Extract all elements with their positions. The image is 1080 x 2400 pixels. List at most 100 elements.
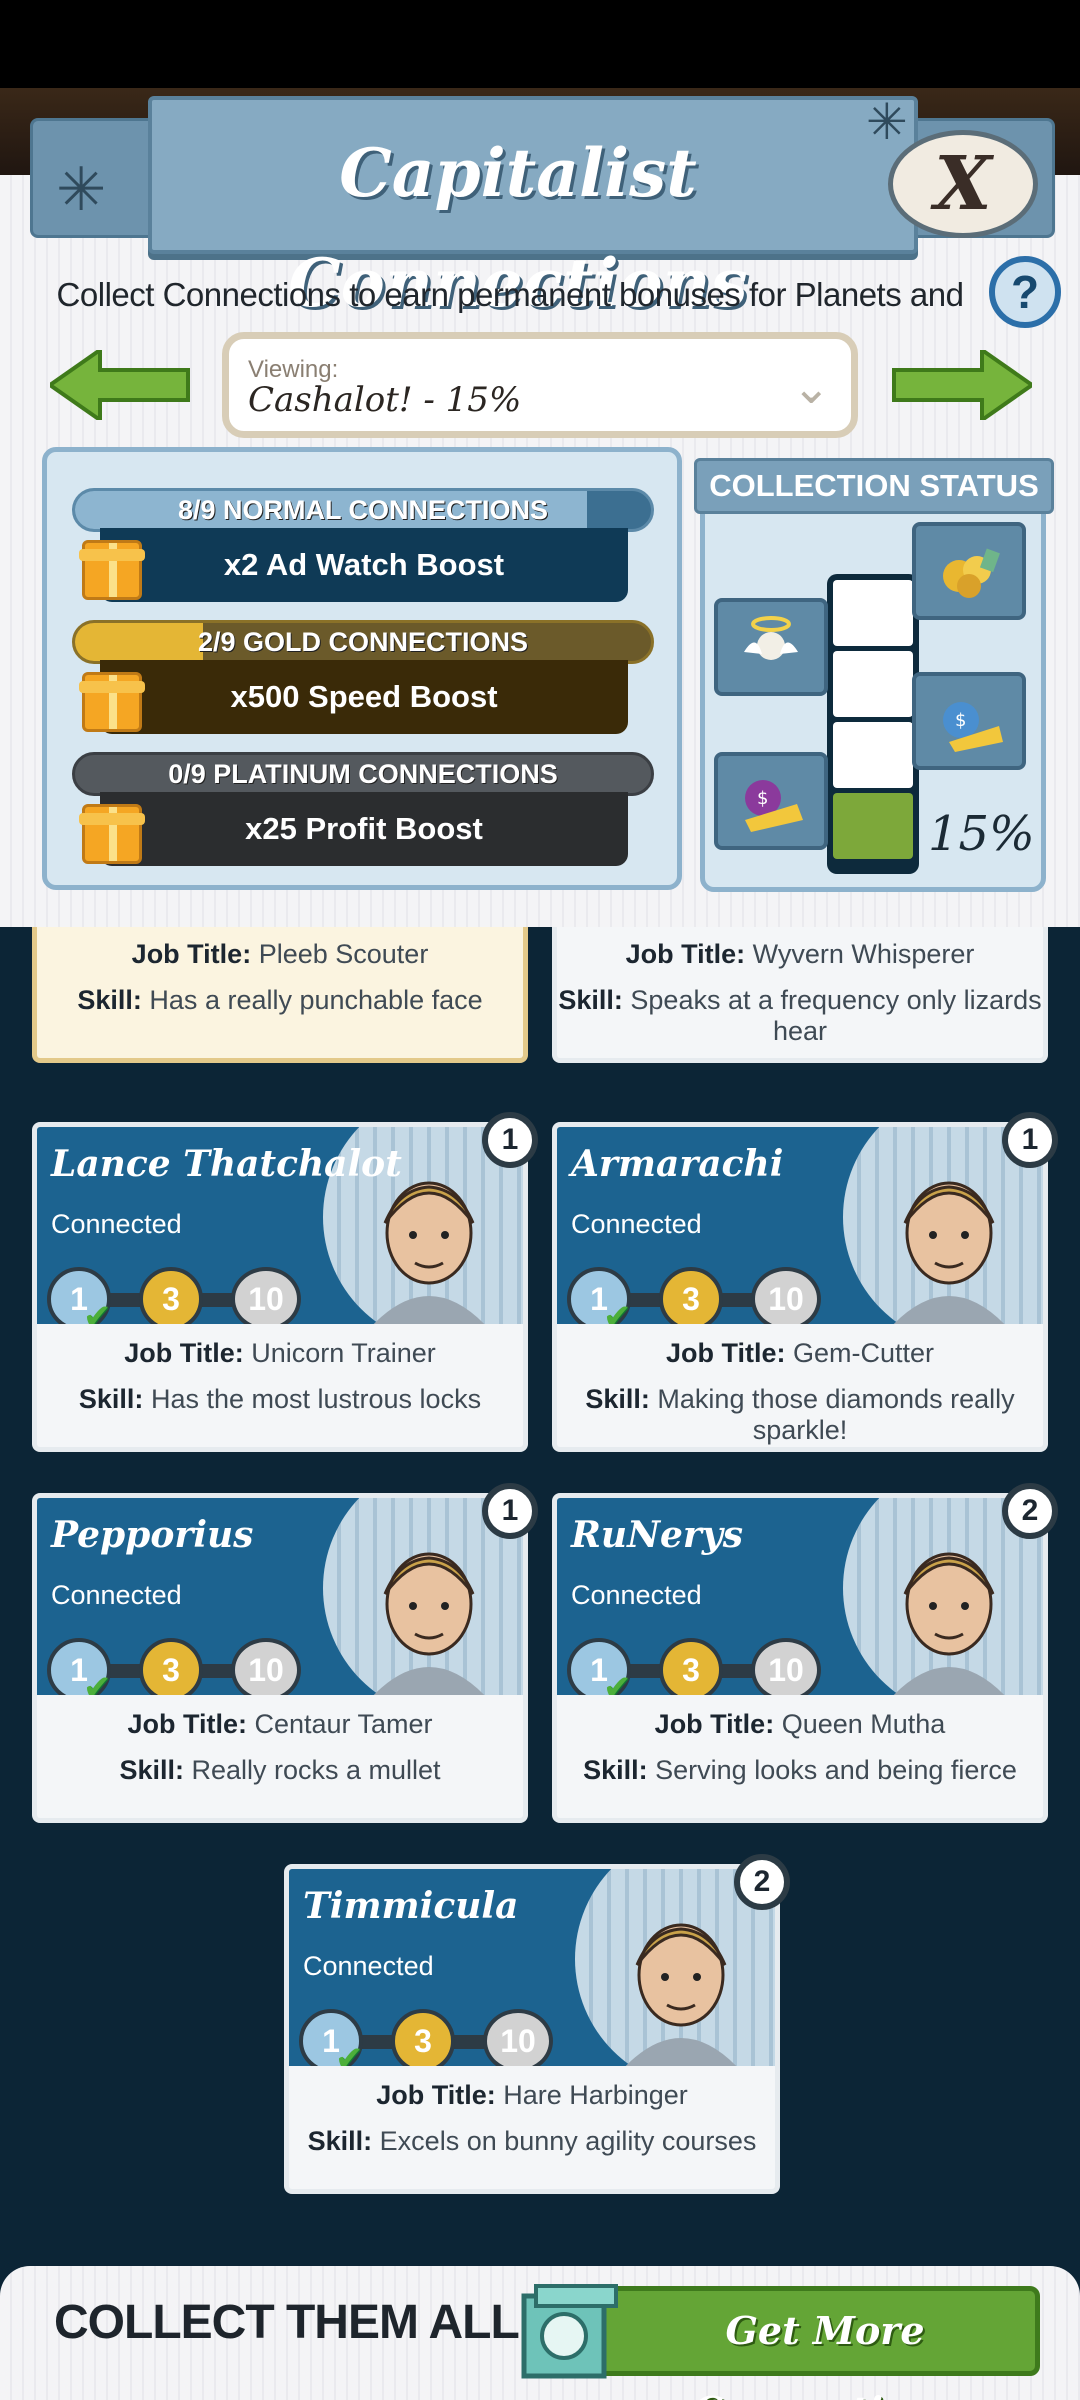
skill-label: Skill: (119, 1755, 184, 1785)
skill: Skill: Really rocks a mullet (37, 1755, 523, 1786)
tier-badge-platinum: 10 (231, 1638, 301, 1695)
list-item[interactable]: Job Title: Pleeb Scouter Skill: Has a re… (32, 927, 528, 1063)
skill: Skill: Has the most lustrous locks (37, 1384, 523, 1415)
card-status: Connected (303, 1951, 434, 1981)
list-item[interactable]: Job Title: Wyvern Whisperer Skill: Speak… (552, 927, 1048, 1063)
tier-badge-gold: 3 (391, 2009, 455, 2066)
subtitle: Collect Connections to earn permanent bo… (56, 276, 964, 363)
skill-value: Has the most lustrous locks (150, 1384, 482, 1414)
skill-label: Skill: (558, 985, 623, 1015)
job-label: Job Title: (127, 1709, 247, 1739)
tier-progress: 1 ✔ 3 10 (567, 1638, 867, 1695)
gold-boost: x500 Speed Boost (100, 660, 628, 734)
check-icon: ✔ (83, 1669, 112, 1695)
skill: Skill: Speaks at a frequency only lizard… (557, 985, 1043, 1047)
job-value: Unicorn Trainer (251, 1338, 436, 1368)
job-value: Gem-Cutter (793, 1338, 935, 1368)
card-header: Armarachi Connected 1 ✔ 3 10 (552, 1122, 1048, 1324)
svg-text:$: $ (955, 710, 966, 731)
page-title: Capitalist Connections (288, 134, 748, 322)
collection-meter (827, 574, 919, 874)
connection-card[interactable]: Armarachi Connected 1 ✔ 3 10 Job Title: … (552, 1112, 1058, 1452)
tier-badge-gold: 3 (659, 1638, 723, 1695)
job-title: Job Title: Hare Harbinger (289, 2080, 775, 2111)
character-portrait-icon (893, 1552, 1005, 1695)
card-header: RuNerys Connected 1 ✔ 3 10 (552, 1493, 1048, 1695)
skill-value: Really rocks a mullet (191, 1755, 441, 1785)
level-badge: 2 (1002, 1483, 1058, 1539)
platinum-connections-label: 0/9 PLATINUM CONNECTIONS (168, 759, 558, 789)
skill: Skill: Making those diamonds really spar… (557, 1384, 1043, 1446)
connection-card[interactable]: Pepporius Connected 1 ✔ 3 10 Job Title: … (32, 1483, 538, 1823)
get-more-connections-button[interactable]: Get More Connections (570, 2286, 1040, 2400)
skill-value: Serving looks and being fierce (655, 1755, 1017, 1785)
skill: Skill: Has a really punchable face (37, 985, 523, 1016)
job-value: Pleeb Scouter (258, 939, 429, 969)
job-value: Wyvern Whisperer (752, 939, 975, 969)
job-title: Job Title: Unicorn Trainer (37, 1338, 523, 1369)
crate-icon (521, 2284, 618, 2379)
close-button[interactable]: X (888, 130, 1038, 238)
job-value: Hare Harbinger (503, 2080, 688, 2110)
tier-badge-platinum: 10 (483, 2009, 553, 2066)
check-icon: ✔ (83, 1298, 112, 1324)
starburst-icon: ✳ (56, 156, 107, 223)
tier-badge-gold: 3 (139, 1267, 203, 1324)
skill-value: Speaks at a frequency only lizards hear (630, 985, 1042, 1046)
level-badge: 1 (482, 1112, 538, 1168)
character-portrait-icon (893, 1181, 1005, 1324)
card-details: Job Title: Centaur Tamer Skill: Really r… (32, 1695, 528, 1823)
skill: Skill: Serving looks and being fierce (557, 1755, 1043, 1786)
job-title: Job Title: Queen Mutha (557, 1709, 1043, 1740)
job-label: Job Title: (376, 2080, 496, 2110)
tier-badge-platinum: 10 (751, 1638, 821, 1695)
help-button[interactable]: ? (989, 256, 1061, 328)
skill-value: Excels on bunny agility courses (379, 2126, 757, 2156)
card-name: RuNerys (571, 1514, 744, 1556)
gift-icon (79, 804, 145, 864)
gold-connections-label: 2/9 GOLD CONNECTIONS (197, 627, 529, 657)
card-status: Connected (571, 1580, 702, 1610)
job-label: Job Title: (131, 939, 252, 969)
character-portrait-icon (373, 1181, 485, 1324)
job-label: Job Title: (654, 1709, 775, 1739)
chevron-down-icon[interactable]: ⌄ (792, 360, 831, 414)
meter-segment-filled (833, 793, 913, 859)
check-icon: ✔ (603, 1669, 632, 1695)
job-label: Job Title: (625, 939, 746, 969)
meter-segment (833, 722, 913, 788)
connection-card[interactable]: RuNerys Connected 1 ✔ 3 10 Job Title: Qu… (552, 1483, 1058, 1823)
connection-card[interactable]: Lance Thatchalot Connected 1 ✔ 3 10 Job … (32, 1112, 538, 1452)
previous-arrow-icon[interactable] (50, 350, 190, 420)
gold-treasure-icon (912, 522, 1026, 620)
card-header: Pepporius Connected 1 ✔ 3 10 (32, 1493, 528, 1695)
card-name: Timmicula (303, 1885, 519, 1927)
moneybag-icon: $ (714, 752, 828, 850)
card-details: Job Title: Hare Harbinger Skill: Excels … (284, 2066, 780, 2194)
footer-text: COLLECT THEM ALL! (54, 2296, 535, 2349)
tier-badge-platinum: 10 (751, 1267, 821, 1324)
normal-connections-bar: 8/9 NORMAL CONNECTIONS (72, 488, 654, 532)
card-name: Pepporius (51, 1514, 254, 1556)
skill-value: Making those diamonds really sparkle! (657, 1384, 1015, 1445)
connection-card[interactable]: Timmicula Connected 1 ✔ 3 10 Job Title: … (284, 1854, 790, 2194)
status-bar (0, 0, 1080, 88)
check-icon: ✔ (335, 2040, 364, 2066)
card-status: Connected (571, 1209, 702, 1239)
tier-badge-platinum: 10 (231, 1267, 301, 1324)
angel-icon (714, 598, 828, 696)
next-arrow-icon[interactable] (892, 350, 1032, 420)
skill-label: Skill: (77, 985, 142, 1015)
normal-connections-label: 8/9 NORMAL CONNECTIONS (177, 495, 549, 525)
card-details: Job Title: Unicorn Trainer Skill: Has th… (32, 1324, 528, 1452)
tier-badge-gold: 3 (659, 1267, 723, 1324)
card-status: Connected (51, 1209, 182, 1239)
meter-segment (833, 580, 913, 646)
job-title: Job Title: Pleeb Scouter (37, 939, 523, 970)
job-value: Queen Mutha (781, 1709, 946, 1739)
level-badge: 1 (482, 1483, 538, 1539)
card-name: Armarachi (571, 1143, 784, 1185)
job-label: Job Title: (124, 1338, 244, 1368)
tier-progress: 1 ✔ 3 10 (299, 2009, 599, 2066)
job-title: Job Title: Wyvern Whisperer (557, 939, 1043, 970)
